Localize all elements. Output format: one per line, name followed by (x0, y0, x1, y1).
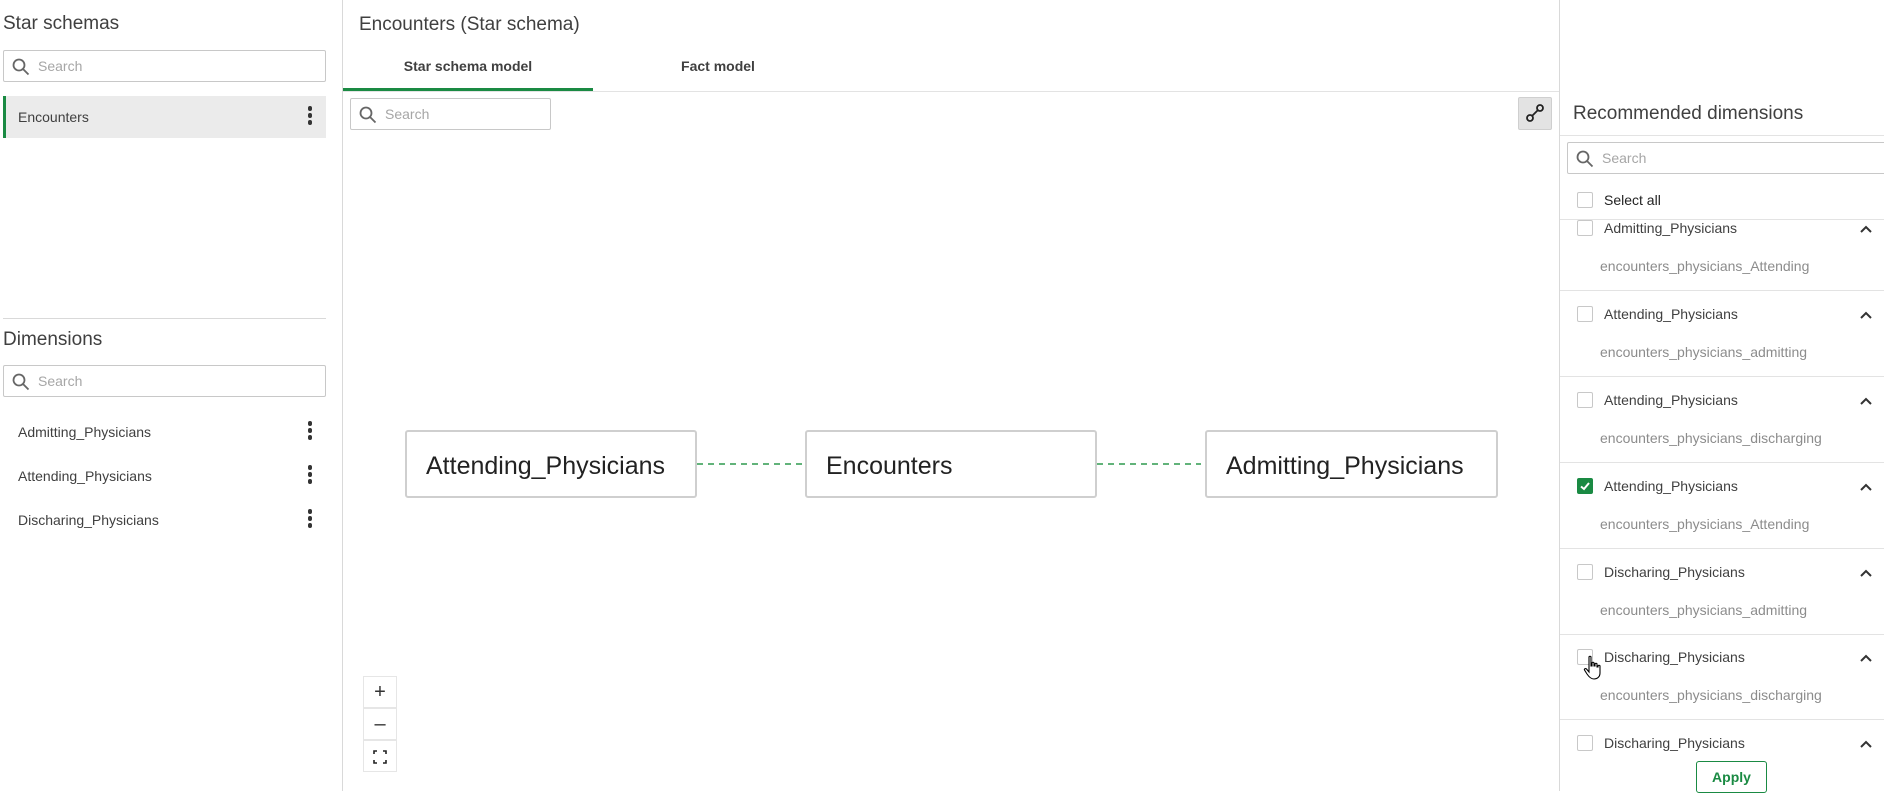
edges-layer (697, 463, 1201, 465)
schema-item-label: Encounters (18, 109, 89, 125)
item-checkbox-checked[interactable] (1577, 478, 1593, 494)
schemas-search-input[interactable] (36, 51, 317, 81)
dimensions-search-input[interactable] (36, 366, 317, 396)
item-table: encounters_physicians_Attending (1600, 258, 1810, 274)
fit-screen-button[interactable] (363, 740, 397, 772)
chevron-up-icon[interactable] (1859, 653, 1873, 663)
item-checkbox[interactable] (1577, 392, 1593, 408)
select-all-label: Select all (1604, 192, 1661, 208)
zoom-in-button[interactable]: + (363, 676, 397, 708)
item-name: Discharing_Physicians (1604, 649, 1745, 665)
item-table: encounters_physicians_discharging (1600, 430, 1822, 446)
item-name: Attending_Physicians (1604, 478, 1738, 494)
recommended-item: Attending_Physicians encounters_physicia… (1560, 463, 1884, 549)
recommended-item: Discharing_Physicians (1560, 720, 1884, 756)
chevron-up-icon[interactable] (1859, 224, 1873, 234)
dimension-item-label: Attending_Physicians (18, 468, 152, 484)
search-icon (12, 58, 30, 76)
schemas-search-box[interactable] (3, 50, 326, 82)
search-icon (1576, 150, 1594, 168)
chevron-up-icon[interactable] (1859, 396, 1873, 406)
chevron-up-icon[interactable] (1859, 482, 1873, 492)
left-panel: Star schemas Encounters Dimensions Admit… (0, 0, 343, 791)
chevron-up-icon[interactable] (1859, 568, 1873, 578)
dimensions-title: Dimensions (3, 329, 103, 350)
schema-item-encounters[interactable]: Encounters (3, 96, 326, 138)
recommended-search-input[interactable] (1600, 143, 1884, 173)
node-encounters[interactable]: Encounters (805, 430, 1097, 498)
recommended-dimensions-panel: Recommended dimensions Select all Admitt… (1559, 0, 1884, 793)
item-table: encounters_physicians_Attending (1600, 516, 1810, 532)
recommended-item: Attending_Physicians encounters_physicia… (1560, 377, 1884, 463)
item-name: Admitting_Physicians (1604, 220, 1738, 236)
dimensions-search-box[interactable] (3, 365, 326, 397)
recommended-item: Discharing_Physicians encounters_physici… (1560, 549, 1884, 635)
more-options-icon[interactable] (306, 509, 314, 531)
hand-cursor-icon (1583, 655, 1601, 680)
panel-header-divider (1560, 135, 1884, 136)
item-checkbox[interactable] (1577, 220, 1593, 236)
node-attending-physicians[interactable]: Attending_Physicians (405, 430, 697, 498)
more-options-icon[interactable] (306, 106, 314, 128)
star-schemas-title: Star schemas (3, 13, 120, 34)
fit-screen-icon (373, 750, 387, 764)
item-checkbox[interactable] (1577, 564, 1593, 580)
node-admitting-physicians[interactable]: Admitting_Physicians (1205, 430, 1498, 498)
apply-button[interactable]: Apply (1696, 761, 1767, 793)
item-name: Attending_Physicians (1604, 392, 1738, 408)
item-name: Attending_Physicians (1604, 306, 1738, 322)
recommended-search-box[interactable] (1567, 142, 1884, 174)
checkmark-icon (1580, 482, 1590, 491)
more-options-icon[interactable] (306, 465, 314, 487)
item-table: encounters_physicians_admitting (1600, 344, 1808, 360)
dimension-item-label: Admitting_Physicians (18, 424, 152, 440)
chevron-up-icon[interactable] (1859, 739, 1873, 749)
recommended-item: Discharing_Physicians encounters_physici… (1560, 634, 1884, 720)
item-checkbox[interactable] (1577, 735, 1593, 751)
chevron-up-icon[interactable] (1859, 310, 1873, 320)
recommended-dimensions-title: Recommended dimensions (1573, 103, 1804, 124)
dimension-item-label: Discharing_Physicians (18, 512, 159, 528)
item-checkbox[interactable] (1577, 306, 1593, 322)
panel-divider (3, 318, 326, 319)
dimension-item[interactable]: Admitting_Physicians (3, 411, 326, 453)
dimension-item[interactable]: Attending_Physicians (3, 455, 326, 497)
dimension-item[interactable]: Discharing_Physicians (3, 499, 326, 541)
item-table: encounters_physicians_admitting (1600, 602, 1808, 618)
recommended-item: Attending_Physicians encounters_physicia… (1560, 291, 1884, 377)
recommended-item: Admitting_Physicians encounters_physicia… (1560, 220, 1884, 291)
zoom-out-button[interactable]: – (363, 708, 397, 740)
more-options-icon[interactable] (306, 421, 314, 443)
recommended-dimensions-list: Admitting_Physicians encounters_physicia… (1560, 219, 1884, 756)
item-name: Discharing_Physicians (1604, 735, 1745, 751)
item-name: Discharing_Physicians (1604, 564, 1745, 580)
model-canvas-area: Encounters (Star schema) Star schema mod… (343, 0, 1559, 791)
select-all-checkbox[interactable] (1577, 192, 1593, 208)
search-icon (12, 373, 30, 391)
item-table: encounters_physicians_discharging (1600, 687, 1822, 703)
